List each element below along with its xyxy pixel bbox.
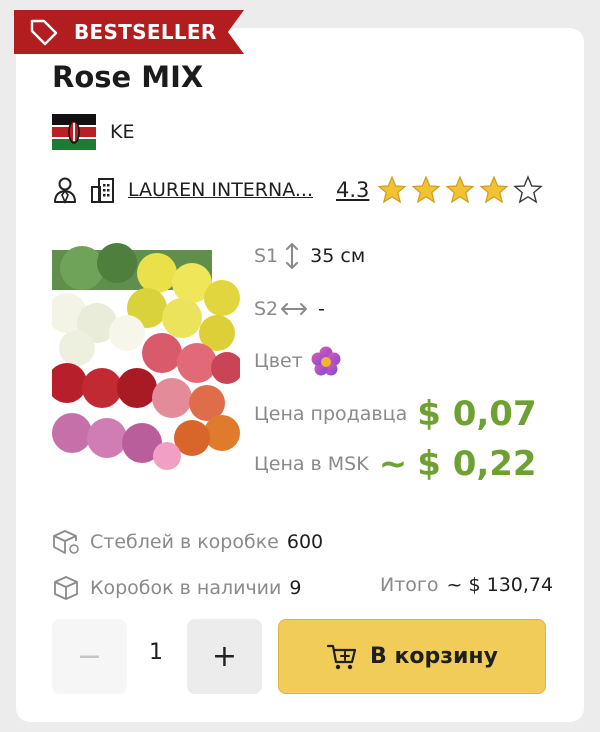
total: Итого ~ $ 130,74 <box>380 574 553 596</box>
box-icon <box>52 574 80 602</box>
boxes-in-stock: Коробок в наличии 9 <box>52 574 301 602</box>
msk-approx: ~ <box>378 444 408 484</box>
add-to-cart-label: В корзину <box>370 644 498 669</box>
vertical-arrow-icon <box>284 242 300 270</box>
s1-value: 35 см <box>310 245 366 267</box>
boxes-label: Коробок в наличии <box>90 577 282 599</box>
seller-price-label: Цена продавца <box>254 403 408 425</box>
seller-link[interactable]: LAUREN INTERNA... <box>128 179 318 201</box>
msk-price-label: Цена в MSK <box>254 453 369 475</box>
seller-row: LAUREN INTERNA... 4.3 <box>52 172 547 208</box>
tag-icon <box>28 16 60 48</box>
spec-color: Цвет <box>254 346 341 376</box>
rating-stars <box>377 175 547 205</box>
building-icon <box>90 176 116 204</box>
stems-per-box: Стеблей в коробке 600 <box>52 528 323 556</box>
seller-price-row: Цена продавца $ 0,07 <box>254 394 537 434</box>
seller-price: $ 0,07 <box>417 394 537 434</box>
msk-price: $ 0,22 <box>417 444 537 484</box>
msk-price-row: Цена в MSK ~ $ 0,22 <box>254 444 537 484</box>
product-image[interactable] <box>52 238 240 474</box>
flower-icon <box>311 346 341 376</box>
country-code: KE <box>110 121 135 143</box>
bestseller-label: BESTSELLER <box>74 20 217 44</box>
star-filled-icon <box>411 175 441 204</box>
s2-label: S2 <box>254 298 279 320</box>
spec-s2: S2 - <box>254 298 325 320</box>
increase-quantity-button[interactable]: + <box>187 619 262 694</box>
star-filled-icon <box>377 175 407 204</box>
bestseller-badge: BESTSELLER <box>14 10 244 54</box>
star-filled-icon <box>445 175 475 204</box>
quantity-value[interactable]: 1 <box>138 640 174 665</box>
decrease-quantity-button[interactable]: − <box>52 619 127 694</box>
stems-value: 600 <box>286 531 324 553</box>
s2-value: - <box>318 298 326 320</box>
star-filled-icon <box>479 175 509 204</box>
stems-label: Стеблей в коробке <box>90 531 279 553</box>
box-flower-icon <box>52 528 80 556</box>
country-origin: KE <box>52 113 134 151</box>
cart-icon <box>326 641 358 673</box>
kenya-flag-icon <box>52 114 96 150</box>
total-value: ~ $ 130,74 <box>446 574 554 596</box>
star-empty-icon <box>513 175 544 204</box>
product-title: Rose MIX <box>52 60 204 94</box>
total-label: Итого <box>380 574 439 596</box>
s1-label: S1 <box>254 245 279 267</box>
user-icon <box>52 176 78 204</box>
rating-value[interactable]: 4.3 <box>336 178 369 202</box>
add-to-cart-button[interactable]: В корзину <box>278 619 546 694</box>
spec-s1: S1 35 см <box>254 242 365 270</box>
color-label: Цвет <box>254 350 303 372</box>
boxes-value: 9 <box>289 577 302 599</box>
horizontal-arrow-icon <box>280 301 308 317</box>
